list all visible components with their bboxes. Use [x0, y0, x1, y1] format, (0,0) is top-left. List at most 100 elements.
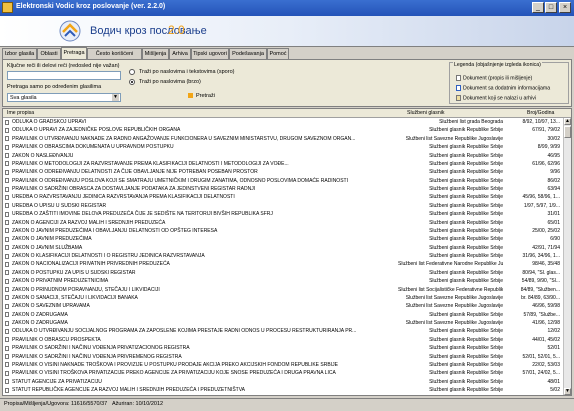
table-row[interactable]: PRAVILNIK O UTVRĐIVANJU NAKNADE ZA RADNO… — [3, 135, 563, 143]
table-row[interactable]: PRAVILNIK O METODOLOGIJI ZA RAZVRSTAVANJ… — [3, 160, 563, 168]
table-row[interactable]: ODLUKA O UPRAVI ZA ZAJEDNIČKE POSLOVE RE… — [3, 126, 563, 134]
table-row[interactable]: ZAKON O JAVNIM PREDUZEĆIMA Službeni glasn… — [3, 235, 563, 243]
cell-gazette: Službeni glasnik Republike Srbije — [429, 311, 503, 318]
cell-gazette: Službeni glasnik Republike Srbije — [429, 353, 503, 360]
document-icon — [5, 270, 9, 276]
table-row[interactable]: STATUT AGENCIJE ZA PRIVATIZACIJU Službeni… — [3, 378, 563, 386]
cell-name: UREDBA O ZAŠTITI IMOVINE DELOVA PREDUZEĆ… — [12, 211, 273, 218]
document-icon — [5, 186, 9, 192]
cell-number-year: 57/01, 24/02, 5... — [522, 370, 560, 377]
table-row[interactable]: ZAKON O ZADRUGAMA Službeni glasnik Republ… — [3, 311, 563, 319]
table-row[interactable]: PRAVILNIK O SADRŽINI OBRASCA ZA DOSTAVLJ… — [3, 185, 563, 193]
tab-arhiva[interactable]: Arhiva — [169, 48, 191, 59]
maximize-button[interactable]: □ — [545, 2, 557, 13]
radio-titles-and-texts[interactable] — [129, 69, 135, 75]
scroll-up-arrow[interactable]: ▲ — [564, 118, 571, 125]
table-row[interactable]: ZAKON O ZADRUGAMA Službeni list Savezne R… — [3, 319, 563, 327]
document-icon — [5, 387, 9, 393]
search-button[interactable]: Pretraži — [188, 92, 215, 101]
tab-tipski-ugovori[interactable]: Tipski ugovori — [191, 48, 229, 59]
table-row[interactable]: ZAKON O POSTUPKU ZA UPIS U SUDSKI REGIST… — [3, 269, 563, 277]
vertical-scrollbar[interactable]: ▲ ▼ — [563, 118, 571, 395]
table-row[interactable]: UREDBA O UPISU U SUDSKI REGISTAR Službeni… — [3, 202, 563, 210]
document-icon — [5, 312, 9, 318]
table-row[interactable]: ODLUKA O GRADSKOJ UPRAVI Službeni list gr… — [3, 118, 563, 126]
keywords-input[interactable] — [7, 71, 121, 80]
cell-number-year: 41/96, 12/98 — [532, 320, 560, 326]
cell-gazette: Službeni list Savezne Republike Jugoslav… — [405, 303, 503, 310]
table-row[interactable]: ODLUKA O UTVRĐIVANJU SOCIJALNOG PROGRAMA… — [3, 327, 563, 335]
gazette-select[interactable]: Sva glasila ▼ — [7, 93, 121, 102]
document-icon — [5, 362, 9, 368]
cell-gazette: Službeni glasnik Republike Srbije — [429, 370, 503, 377]
tab-cesto-korisceni-propisi[interactable]: Često korišćeni propisi — [87, 48, 142, 68]
scroll-down-arrow[interactable]: ▼ — [564, 388, 571, 395]
column-header-name[interactable]: Ime propisa — [7, 109, 34, 117]
table-row[interactable]: STATUT REPUBLIČKE AGENCIJE ZA RAZVOJ MAL… — [3, 386, 563, 394]
document-icon — [5, 370, 9, 376]
table-row[interactable]: ZAKON O PRINUDNOM PORAVNANJU, STEČAJU I … — [3, 286, 563, 294]
table-row[interactable]: PRAVILNIK O OBRASCU PROSPEKTA Službeni gl… — [3, 336, 563, 344]
table-row[interactable]: ZAKON O SAVEZNIM UPRAVAMA Službeni list S… — [3, 302, 563, 310]
cell-name: ODLUKA O GRADSKOJ UPRAVI — [12, 119, 87, 125]
table-row[interactable]: ZAKON O KLASIFIKACIJI DELATNOSTI I O REG… — [3, 252, 563, 260]
cell-gazette: Službeni list Savezne Republike Jugoslav… — [405, 320, 503, 326]
tab-podesavanja[interactable]: Podešavanja — [229, 48, 267, 59]
document-icon — [5, 203, 9, 209]
legend-box: Legenda (objašnjenje izgleda ikonica) Do… — [449, 62, 569, 104]
cell-number-year: 6/90 — [550, 236, 560, 243]
table-row[interactable]: ZAKON O JAVNIM PREDUZEĆIMA I OBAVLJANJU … — [3, 227, 563, 235]
table-row[interactable]: PRAVILNIK O VISINI NAKNADE TROŠKOVA I PR… — [3, 361, 563, 369]
cell-gazette: Službeni glasnik Republike Srbije — [429, 387, 503, 393]
cell-name: ODLUKA O UTVRĐIVANJU SOCIJALNOG PROGRAMA… — [12, 328, 357, 335]
radio-titles-only[interactable] — [129, 79, 135, 85]
table-row[interactable]: PRAVILNIK O ODREĐIVANJU DELATNOSTI ZA ČI… — [3, 168, 563, 176]
chevron-down-icon[interactable]: ▼ — [112, 94, 119, 101]
table-row[interactable]: PRAVILNIK O SADRŽINI I NAČINU VOĐENJA PR… — [3, 353, 563, 361]
column-header-number-year[interactable]: Broj/Godina — [527, 109, 554, 117]
document-icon — [5, 287, 9, 292]
table-row[interactable]: ZAKON O JAVNIM SLUŽBAMA Službeni glasnik … — [3, 244, 563, 252]
document-icon — [5, 211, 9, 217]
cell-name: PRAVILNIK O ODREĐIVANJU DELATNOSTI ZA ČI… — [12, 169, 258, 176]
cell-gazette: Službeni list Savezne Republike Jugoslav… — [405, 135, 503, 142]
cell-gazette: Službeni glasnik Republike Srbije — [429, 144, 503, 151]
cell-number-year: 42/91, 71/94 — [532, 244, 560, 251]
cell-name: ZAKON O KLASIFIKACIJI DELATNOSTI I O REG… — [12, 253, 205, 259]
document-icon — [5, 337, 9, 343]
close-button[interactable]: × — [559, 2, 571, 13]
cell-name: ZAKON O ZADRUGAMA — [12, 311, 68, 318]
table-row[interactable]: ZAKON O NASLEĐIVANJU Službeni glasnik Rep… — [3, 152, 563, 160]
table-row[interactable]: UREDBA O ZAŠTITI IMOVINE DELOVA PREDUZEĆ… — [3, 210, 563, 218]
document-icon — [5, 136, 9, 142]
scroll-thumb[interactable] — [564, 126, 571, 138]
table-row[interactable]: ZAKON O SANACIJI, STEČAJU I LIKVIDACIJI … — [3, 294, 563, 302]
tab-misljenja[interactable]: Mišljenja — [142, 48, 169, 59]
cell-number-year: 1/97, 5/97, 1/9... — [523, 202, 560, 209]
tab-pomoc[interactable]: Pomoć — [267, 48, 289, 59]
cell-name: ZAKON O JAVNIM SLUŽBAMA — [12, 244, 83, 251]
cell-gazette: Službeni glasnik Republike Srbije — [429, 378, 503, 385]
cell-name: STATUT REPUBLIČKE AGENCIJE ZA RAZVOJ MAL… — [12, 387, 246, 393]
table-row[interactable]: PRAVILNIK O SADRŽINI I NAČINU VOĐENJA PR… — [3, 344, 563, 352]
table-row[interactable]: UREDBA O RAZVRSTAVANJU JEDINICA RAZVRSTA… — [3, 193, 563, 201]
tab-oblasti[interactable]: Oblasti — [37, 48, 61, 59]
cell-number-year: 9/96 — [550, 169, 560, 176]
cell-number-year: 12/02 — [547, 328, 560, 335]
cell-gazette: Službeni glasnik Republike Srbije — [429, 160, 503, 167]
column-header-gazette[interactable]: Službeni glasnik — [407, 109, 445, 117]
tab-izbor-glasila[interactable]: Izbor glasila — [2, 48, 37, 59]
gazette-select-value: Sva glasila — [10, 95, 37, 101]
table-row[interactable]: PRAVILNIK O VISINI TROŠKOVA PRIVATIZACIJ… — [3, 369, 563, 377]
table-row[interactable]: PRAVILNIK O OBRASCIMA DOKUMENATA U UPRAV… — [3, 143, 563, 151]
table-row[interactable]: ZAKON O AGENCIJI ZA RAZVOJ MALIH I SREDN… — [3, 219, 563, 227]
cell-name: PRAVILNIK O SADRŽINI I NAČINU VOĐENJA PR… — [12, 345, 190, 352]
cell-gazette: Službeni glasnik Republike Srbije — [429, 127, 503, 134]
cell-name: ZAKON O PRINUDNOM PORAVNANJU, STEČAJU I … — [12, 286, 160, 293]
table-row[interactable]: ZAKON O NACIONALIZACIJI PRIVATNIH PRIVRE… — [3, 260, 563, 268]
table-row[interactable]: ZAKON O PRIVATNIM PREDUZETNICIMA Službeni… — [3, 277, 563, 285]
minimize-button[interactable]: _ — [532, 2, 544, 13]
status-counts: Propisa/Mišljenja/Ugovora: 11616/5570/37 — [4, 401, 108, 407]
document-icon — [5, 220, 9, 225]
table-row[interactable]: PRAVILNIK O ODREĐIVANJU POSLOVA KOJI SE … — [3, 177, 563, 185]
